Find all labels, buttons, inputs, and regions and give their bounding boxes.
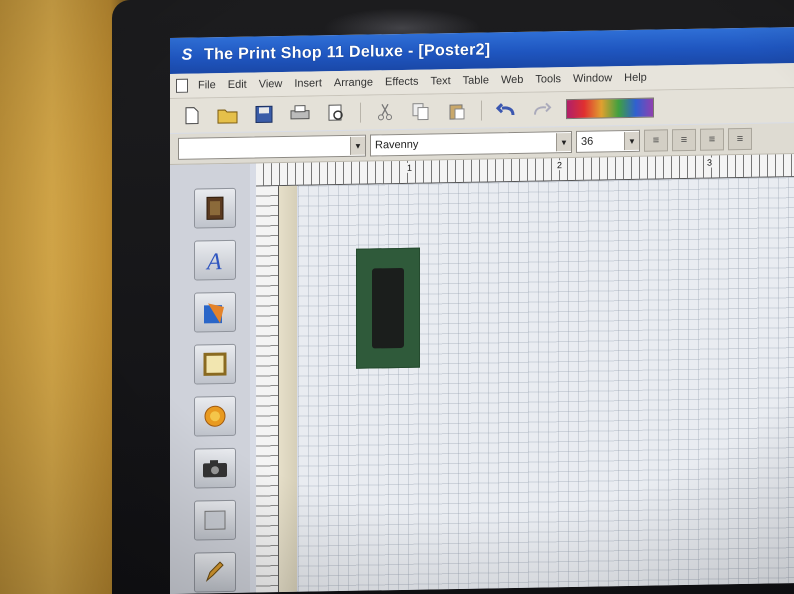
font-name-value: Ravenny	[375, 138, 419, 152]
menu-web[interactable]: Web	[495, 74, 529, 87]
menu-text[interactable]: Text	[424, 75, 456, 88]
toolbar-separator	[481, 100, 482, 121]
photo-tool-button[interactable]	[194, 187, 236, 229]
page-margin	[279, 185, 297, 593]
save-icon[interactable]	[252, 103, 276, 125]
menu-insert[interactable]: Insert	[288, 77, 328, 90]
ruler-label: 3	[706, 157, 714, 168]
menu-tools[interactable]: Tools	[529, 73, 567, 86]
wall-background	[0, 0, 130, 594]
font-size-value: 36	[581, 135, 594, 148]
undo-icon[interactable]	[494, 99, 518, 121]
color-palette-icon[interactable]	[566, 97, 654, 120]
paste-icon[interactable]	[445, 100, 469, 122]
align-right-button[interactable]: ≡	[700, 128, 724, 151]
design-canvas[interactable]	[298, 177, 794, 592]
border-tool-button[interactable]	[194, 343, 236, 385]
ruler-label: 1	[406, 162, 414, 173]
open-folder-icon[interactable]	[216, 104, 240, 126]
camera-icon	[203, 460, 227, 478]
new-document-icon[interactable]	[180, 104, 204, 126]
redo-icon[interactable]	[530, 98, 554, 120]
print-icon[interactable]	[288, 103, 312, 125]
tool-palette: A	[170, 163, 250, 594]
placed-image[interactable]	[356, 247, 420, 369]
menu-window[interactable]: Window	[567, 72, 618, 85]
draw-tool-button[interactable]	[194, 551, 236, 593]
text-tool-button[interactable]: A	[194, 239, 236, 281]
justify-button[interactable]: ≡	[728, 127, 752, 151]
document-icon[interactable]	[176, 78, 188, 93]
background-icon	[204, 510, 226, 530]
sun-icon	[204, 405, 226, 427]
font-name-dropdown[interactable]: Ravenny ▼	[370, 130, 572, 157]
photo-icon	[206, 196, 224, 220]
menu-table[interactable]: Table	[457, 74, 495, 87]
cut-icon[interactable]	[373, 101, 397, 123]
clipart-tool-button[interactable]	[194, 291, 236, 333]
ruler-label: 2	[556, 160, 564, 171]
background-tool-button[interactable]	[194, 499, 236, 541]
menu-arrange[interactable]: Arrange	[328, 76, 379, 89]
font-size-dropdown[interactable]: 36 ▼	[576, 129, 640, 153]
menu-file[interactable]: File	[192, 79, 222, 92]
chevron-down-icon[interactable]: ▼	[624, 131, 639, 151]
vertical-ruler	[256, 186, 279, 593]
chevron-down-icon[interactable]: ▼	[556, 133, 571, 152]
menu-effects[interactable]: Effects	[379, 76, 424, 89]
copy-icon[interactable]	[409, 100, 433, 122]
align-center-button[interactable]: ≡	[672, 128, 696, 152]
clipart-icon	[204, 303, 224, 324]
menu-view[interactable]: View	[253, 78, 289, 91]
app-window: S The Print Shop 11 Deluxe - [Poster2] F…	[170, 27, 794, 594]
text-icon: A	[205, 249, 222, 273]
svg-text:A: A	[205, 249, 222, 273]
print-preview-icon[interactable]	[324, 102, 348, 124]
style-dropdown[interactable]: ▼	[178, 134, 366, 160]
placed-image-content	[372, 267, 404, 349]
window-title: The Print Shop 11 Deluxe - [Poster2]	[204, 41, 491, 64]
chevron-down-icon[interactable]: ▼	[350, 136, 365, 155]
toolbar-separator	[360, 102, 361, 123]
pencil-icon	[205, 561, 224, 582]
shape-tool-button[interactable]	[194, 395, 236, 437]
align-left-button[interactable]: ≡	[644, 129, 668, 152]
menu-edit[interactable]: Edit	[222, 79, 253, 92]
app-logo-icon: S	[181, 46, 193, 64]
menu-help[interactable]: Help	[618, 72, 653, 85]
camera-tool-button[interactable]	[194, 447, 236, 489]
border-icon	[203, 352, 227, 376]
